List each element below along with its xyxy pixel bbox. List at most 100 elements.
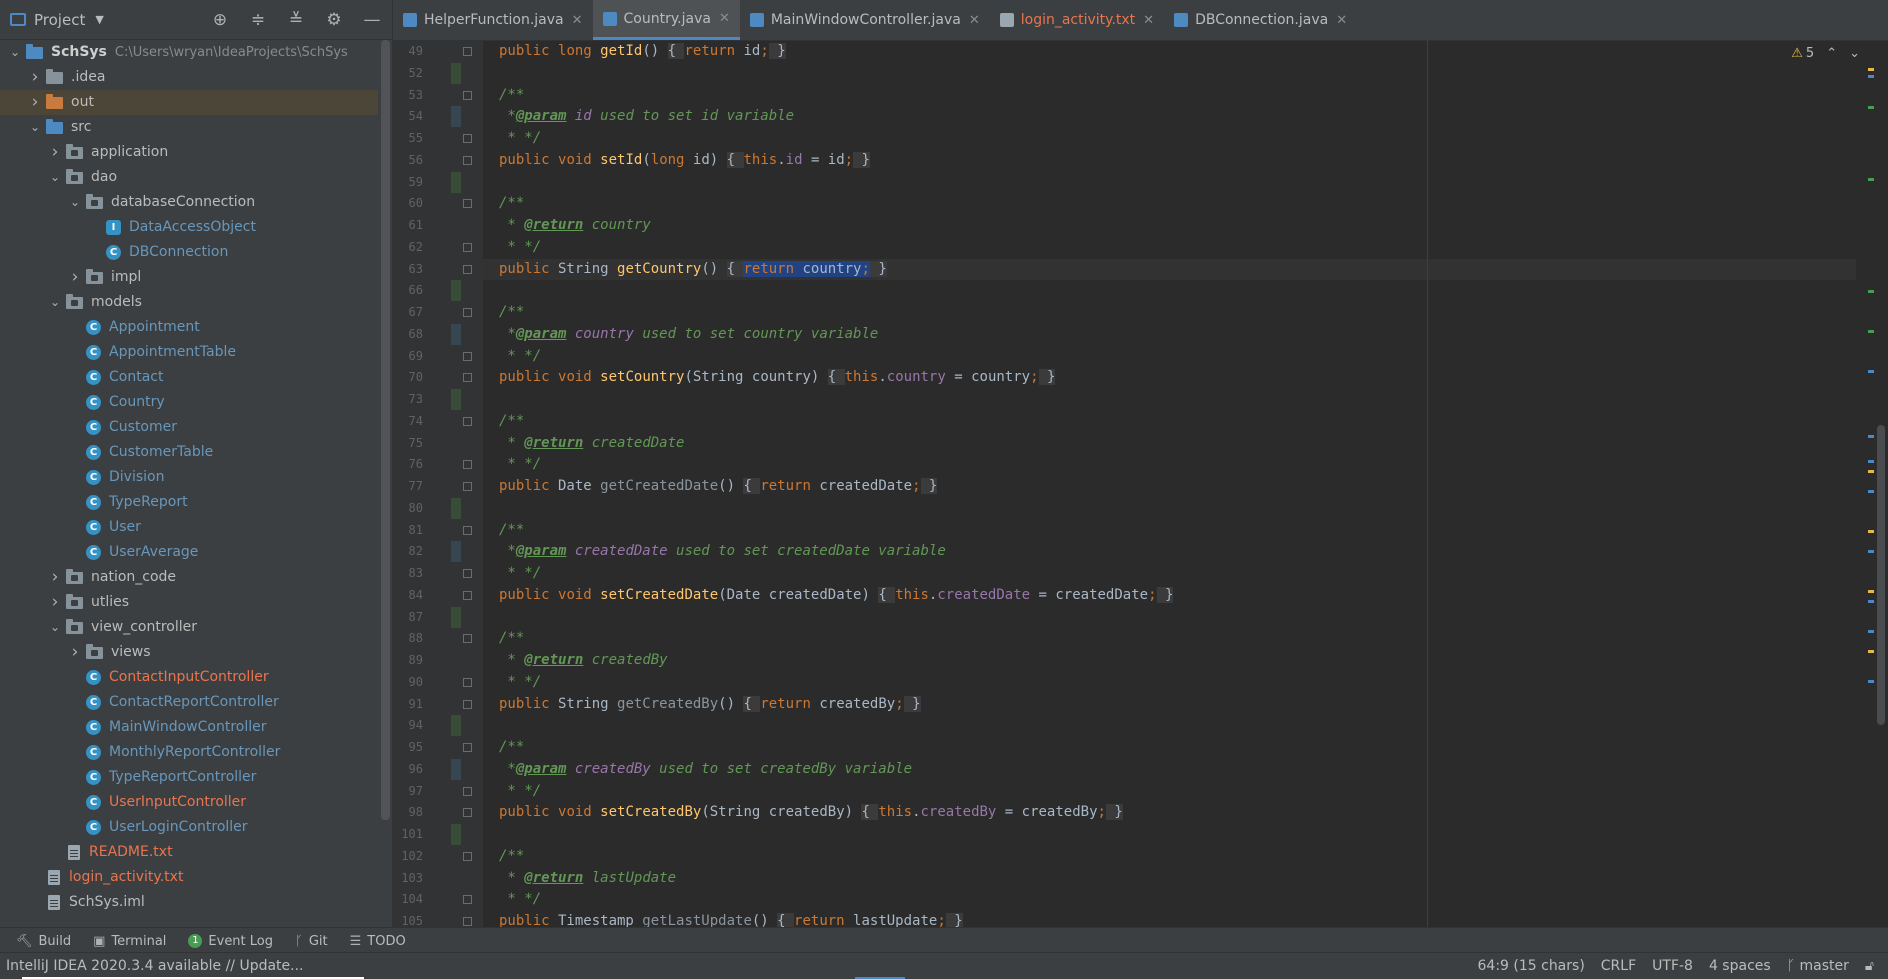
vcs-change-marker[interactable] bbox=[451, 280, 461, 302]
stripe-marker[interactable] bbox=[1868, 330, 1874, 333]
tree-item[interactable]: › nation_code bbox=[0, 565, 378, 590]
fold-marker-icon[interactable] bbox=[463, 525, 472, 535]
stripe-marker[interactable] bbox=[1868, 370, 1874, 373]
chevron-up-icon[interactable]: ⌃ bbox=[1826, 46, 1837, 61]
stripe-marker[interactable] bbox=[1868, 550, 1874, 553]
stripe-marker[interactable] bbox=[1868, 75, 1874, 78]
tree-item[interactable]: I DataAccessObject bbox=[0, 215, 378, 240]
chevron-right-icon[interactable]: › bbox=[44, 590, 66, 615]
stripe-marker[interactable] bbox=[1868, 470, 1874, 473]
stripe-marker[interactable] bbox=[1868, 530, 1874, 533]
tree-item[interactable]: C Appointment bbox=[0, 315, 378, 340]
tree-item[interactable]: ⌄ src bbox=[0, 115, 378, 140]
tree-item[interactable]: ⌄ SchSys C:\Users\wryan\IdeaProjects\SchSy… bbox=[0, 40, 378, 65]
chevron-right-icon[interactable]: › bbox=[44, 140, 66, 165]
chevron-right-icon[interactable]: › bbox=[64, 640, 86, 665]
vcs-change-marker[interactable] bbox=[451, 171, 461, 193]
status-message[interactable]: IntelliJ IDEA 2020.3.4 available // Upda… bbox=[0, 958, 304, 974]
fold-marker-icon[interactable] bbox=[463, 373, 472, 383]
tree-item[interactable]: C Division bbox=[0, 465, 378, 490]
tree-item[interactable]: C Country bbox=[0, 390, 378, 415]
collapse-all-icon[interactable]: ≚ bbox=[286, 10, 306, 30]
fold-marker-icon[interactable] bbox=[463, 47, 472, 56]
tree-item[interactable]: C User bbox=[0, 515, 378, 540]
fold-marker-icon[interactable] bbox=[463, 482, 472, 491]
tree-item[interactable]: C MonthlyReportController bbox=[0, 740, 378, 765]
chevron-right-icon[interactable]: › bbox=[24, 65, 46, 90]
fold-marker-icon[interactable] bbox=[463, 416, 472, 426]
chevron-right-icon[interactable]: › bbox=[64, 265, 86, 290]
fold-marker-icon[interactable] bbox=[463, 351, 472, 361]
close-icon[interactable]: ✕ bbox=[1143, 13, 1154, 28]
tree-item[interactable]: README.txt bbox=[0, 840, 378, 865]
tree-item[interactable]: › impl bbox=[0, 265, 378, 290]
tool-button[interactable]: 🔨︎ Build bbox=[8, 934, 79, 949]
tree-item[interactable]: ⌄ dao bbox=[0, 165, 378, 190]
tree-item[interactable]: › out bbox=[0, 90, 378, 115]
tool-button[interactable]: ☰ TODO bbox=[342, 934, 414, 949]
fold-marker-icon[interactable] bbox=[463, 808, 472, 818]
tool-button[interactable]: 1 Event Log bbox=[180, 934, 281, 949]
fold-marker-icon[interactable] bbox=[463, 677, 472, 687]
tool-button[interactable]: ᚴ Git bbox=[287, 934, 336, 949]
stripe-marker[interactable] bbox=[1868, 650, 1874, 653]
tree-item[interactable]: C ContactInputController bbox=[0, 665, 378, 690]
hide-icon[interactable]: — bbox=[362, 10, 382, 30]
vcs-change-marker[interactable] bbox=[451, 758, 461, 780]
tree-item[interactable]: › views bbox=[0, 640, 378, 665]
fold-marker-icon[interactable] bbox=[463, 699, 472, 709]
vcs-change-marker[interactable] bbox=[451, 106, 461, 128]
tree-item[interactable]: C CustomerTable bbox=[0, 440, 378, 465]
stripe-marker[interactable] bbox=[1868, 178, 1874, 181]
tree-item[interactable]: C AppointmentTable bbox=[0, 340, 378, 365]
tree-item[interactable]: SchSys.iml bbox=[0, 890, 378, 915]
caret-position[interactable]: 64:9 (15 chars) bbox=[1478, 958, 1585, 974]
stripe-marker[interactable] bbox=[1868, 680, 1874, 683]
close-icon[interactable]: ✕ bbox=[1336, 13, 1347, 28]
lock-icon[interactable]: 🔓︎ bbox=[1865, 958, 1874, 974]
close-icon[interactable]: ✕ bbox=[969, 13, 980, 28]
tree-item[interactable]: login_activity.txt bbox=[0, 865, 378, 890]
tree-item[interactable]: › .idea bbox=[0, 65, 378, 90]
stripe-marker[interactable] bbox=[1868, 490, 1874, 493]
chevron-down-icon[interactable]: ⌄ bbox=[4, 40, 26, 65]
fold-marker-icon[interactable] bbox=[463, 917, 472, 926]
fold-marker-icon[interactable] bbox=[463, 895, 472, 905]
tool-button[interactable]: ▣ Terminal bbox=[85, 934, 174, 949]
fold-marker-icon[interactable] bbox=[463, 308, 472, 317]
tree-item[interactable]: C TypeReport bbox=[0, 490, 378, 515]
tree-item[interactable]: C UserLoginController bbox=[0, 815, 378, 840]
project-title[interactable]: Project bbox=[34, 11, 85, 29]
chevron-down-icon[interactable]: ⌄ bbox=[44, 615, 66, 640]
expand-all-icon[interactable]: ≑ bbox=[248, 10, 268, 30]
vcs-change-marker[interactable] bbox=[451, 389, 461, 410]
stripe-marker[interactable] bbox=[1868, 590, 1874, 593]
fold-marker-icon[interactable] bbox=[463, 460, 472, 470]
chevron-down-icon[interactable]: ▼ bbox=[95, 13, 103, 26]
vcs-change-marker[interactable] bbox=[451, 497, 461, 519]
editor-tab[interactable]: MainWindowController.java ✕ bbox=[740, 0, 990, 40]
stripe-marker[interactable] bbox=[1868, 435, 1874, 438]
chevron-down-icon[interactable]: ⌄ bbox=[24, 115, 46, 140]
stripe-marker[interactable] bbox=[1868, 106, 1874, 109]
vcs-change-marker[interactable] bbox=[451, 715, 461, 737]
stripe-marker[interactable] bbox=[1868, 600, 1874, 603]
fold-marker-icon[interactable] bbox=[463, 634, 472, 644]
close-icon[interactable]: ✕ bbox=[572, 13, 583, 28]
tree-item[interactable]: C TypeReportController bbox=[0, 765, 378, 790]
stripe-marker[interactable] bbox=[1868, 68, 1874, 71]
chevron-down-icon[interactable]: ⌄ bbox=[44, 290, 66, 315]
vcs-change-marker[interactable] bbox=[451, 824, 461, 845]
tree-item[interactable]: ⌄ models bbox=[0, 290, 378, 315]
gear-icon[interactable]: ⚙ bbox=[324, 10, 344, 30]
inspection-widget[interactable]: ⚠ 5 ⌃ ⌄ bbox=[1791, 46, 1860, 61]
chevron-down-icon[interactable]: ⌄ bbox=[1849, 46, 1860, 61]
vcs-change-marker[interactable] bbox=[451, 606, 461, 628]
fold-marker-icon[interactable] bbox=[463, 199, 472, 209]
stripe-marker[interactable] bbox=[1868, 290, 1874, 293]
editor-tab[interactable]: Country.java ✕ bbox=[592, 0, 740, 40]
fold-marker-icon[interactable] bbox=[463, 590, 472, 600]
fold-marker-icon[interactable] bbox=[463, 242, 472, 252]
tree-item[interactable]: C UserInputController bbox=[0, 790, 378, 815]
chevron-right-icon[interactable]: › bbox=[24, 90, 46, 115]
